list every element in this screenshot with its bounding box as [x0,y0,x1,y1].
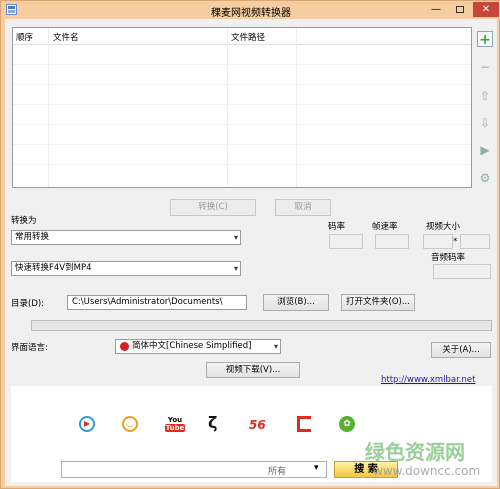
convert-category-select[interactable]: 常用转换 ▾ [11,230,241,245]
progress-bar [31,320,492,331]
minimize-icon: — [431,4,441,15]
search-input[interactable]: 所有 ▾ [61,461,327,478]
video-download-button[interactable]: 视频下载(V)... [206,362,300,378]
convert-preset-value: 快速转换F4V到MP4 [15,263,92,273]
grid-line [13,64,471,65]
minimize-button[interactable]: — [424,2,448,17]
video-size-label: 视频大小 [426,222,461,232]
column-filepath[interactable]: 文件路径 [231,31,265,43]
convert-button[interactable]: 转换(C) [170,199,256,216]
video-site-leaf-logo[interactable]: ✿ [339,416,355,432]
youtube-bottom: Tube [165,424,185,432]
close-icon: ✕ [481,4,491,15]
chevron-down-icon: ▾ [233,264,238,273]
video-site-smiley-icon[interactable]: ◡ [122,416,138,432]
plus-icon: + [479,32,491,48]
video-height-field[interactable] [460,234,490,249]
language-label: 界面语言: [11,343,48,353]
about-button[interactable]: 关于(A)... [431,342,491,358]
size-separator: * [453,237,458,247]
video-site-letv-logo[interactable] [297,416,311,432]
file-list-header: 顺序 文件名 文件路径 [13,28,471,45]
title-bar: 稞麦网视频转换器 — ✕ [1,1,500,19]
chevron-down-icon: ▾ [273,342,278,351]
column-order[interactable]: 顺序 [16,31,33,43]
audio-bitrate-field[interactable] [433,264,491,279]
video-site-youku-logo[interactable]: ζ [208,414,224,432]
video-width-field[interactable] [423,234,453,249]
video-site-56-logo[interactable]: 56 [249,418,271,432]
directory-field[interactable]: C:\Users\Administrator\Documents\ [67,295,247,310]
chevron-down-icon: ▾ [233,233,238,242]
video-site-youtube-logo[interactable]: You Tube [165,416,185,434]
client-area: 顺序 文件名 文件路径 + − ⇧ ⇩ ▶ ⚙ 转换(C) 取消 转换为 常用转… [5,19,497,486]
add-file-button[interactable]: + [477,31,493,48]
grid-line [13,164,471,165]
bitrate-label: 码率 [328,222,346,232]
gear-icon: ⚙ [479,171,491,185]
convert-to-label: 转换为 [11,216,37,226]
grid-line [13,144,471,145]
language-select[interactable]: 简体中文[Chinese Simplified] ▾ [115,339,281,354]
chevron-down-icon: ▾ [314,463,319,473]
china-flag-icon [120,342,129,351]
audio-bitrate-label: 音频码率 [431,253,466,263]
open-folder-button[interactable]: 打开文件夹(O)... [341,294,415,311]
minus-icon: − [479,60,491,74]
play-button[interactable]: ▶ [477,142,493,158]
maximize-icon [456,6,464,13]
maximize-button[interactable] [448,2,472,17]
bitrate-field[interactable] [329,234,363,249]
framerate-label: 帧速率 [372,222,398,232]
convert-category-value: 常用转换 [15,232,50,242]
grid-line [13,104,471,105]
move-down-button[interactable]: ⇩ [477,115,493,131]
app-window: 稞麦网视频转换器 — ✕ 顺序 文件名 文件路径 + − ⇧ ⇩ ▶ ⚙ 转换(… [0,0,500,489]
convert-preset-select[interactable]: 快速转换F4V到MP4 ▾ [11,261,241,276]
framerate-field[interactable] [375,234,409,249]
arrow-down-icon: ⇩ [479,116,491,130]
watermark-title: 绿色资源网 [365,440,465,464]
column-filename[interactable]: 文件名 [53,31,79,43]
grid-line [13,84,471,85]
watermark-url: www.downcc.com [373,464,481,478]
language-value: 简体中文[Chinese Simplified] [132,341,252,351]
youtube-top: You [167,416,183,424]
file-list[interactable]: 顺序 文件名 文件路径 [12,27,472,188]
settings-button[interactable]: ⚙ [477,170,493,186]
play-icon: ▶ [480,143,490,157]
close-button[interactable]: ✕ [473,2,499,17]
grid-line [13,124,471,125]
browse-button[interactable]: 浏览(B)... [263,294,329,311]
cancel-button[interactable]: 取消 [275,199,331,216]
remove-file-button[interactable]: − [477,59,493,75]
move-up-button[interactable]: ⇧ [477,88,493,104]
search-scope: 所有 [268,467,287,477]
arrow-up-icon: ⇧ [479,89,491,103]
website-link[interactable]: http://www.xmlbar.net [381,375,475,385]
video-site-play-icon[interactable]: ▶ [79,416,95,432]
directory-label: 目录(D): [11,299,45,309]
